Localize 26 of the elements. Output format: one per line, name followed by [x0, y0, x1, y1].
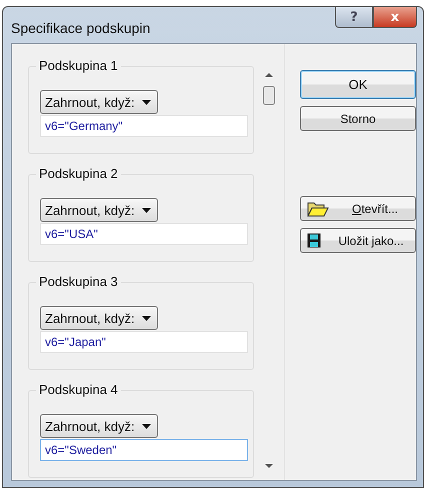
group-title: Podskupina 2 [36, 166, 121, 182]
condition-field[interactable]: v6="Germany" [40, 115, 248, 137]
caret-icon [142, 208, 151, 212]
group-title: Podskupina 3 [36, 274, 121, 290]
ok-button[interactable]: OK [300, 70, 416, 99]
mode-dropdown[interactable]: Zahrnout, když: [40, 414, 158, 438]
caret-icon [142, 100, 151, 104]
help-button[interactable]: ? [335, 7, 373, 28]
condition-field[interactable]: v6="Japan" [40, 331, 248, 353]
caret-icon [142, 316, 151, 320]
cancel-button[interactable]: Storno [300, 106, 416, 131]
scroll-up-icon[interactable] [265, 73, 273, 77]
window-title: Specifikace podskupin [11, 20, 150, 36]
mode-dropdown[interactable]: Zahrnout, když: [40, 306, 158, 330]
scroll-down-icon[interactable] [265, 464, 273, 468]
condition-field[interactable]: v6="USA" [40, 223, 248, 245]
group-title: Podskupina 1 [36, 58, 121, 74]
condition-field[interactable]: v6="Sweden" [40, 439, 248, 461]
group-title: Podskupina 4 [36, 382, 121, 398]
folder-icon [307, 200, 329, 216]
save-as-button[interactable]: Uložit jako... [300, 228, 416, 253]
scroll-thumb[interactable] [263, 86, 275, 105]
caret-icon [142, 424, 151, 428]
mode-dropdown[interactable]: Zahrnout, když: [40, 90, 158, 114]
open-button[interactable]: Otevřít... [300, 196, 416, 221]
mode-dropdown[interactable]: Zahrnout, když: [40, 198, 158, 222]
